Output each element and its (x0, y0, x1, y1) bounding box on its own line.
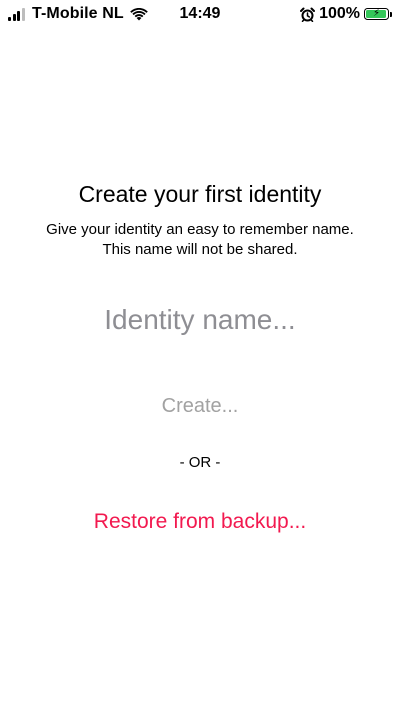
restore-from-backup-button[interactable]: Restore from backup... (40, 505, 360, 539)
status-bar: T-Mobile NL 14:49 100% ⚡ (0, 0, 400, 28)
create-button[interactable]: Create... (100, 390, 300, 422)
battery-icon: ⚡ (364, 8, 389, 20)
page-title: Create your first identity (78, 181, 322, 207)
charging-bolt-icon: ⚡ (372, 8, 381, 19)
page-subtitle: Give your identity an easy to remember n… (46, 221, 354, 258)
or-divider: - OR - (179, 454, 221, 471)
battery-nub (390, 11, 392, 17)
alarm-icon (300, 7, 319, 22)
battery-percent: 100% (319, 5, 360, 22)
identity-name-input[interactable] (40, 298, 360, 342)
status-bar-right: 100% ⚡ (300, 4, 392, 24)
